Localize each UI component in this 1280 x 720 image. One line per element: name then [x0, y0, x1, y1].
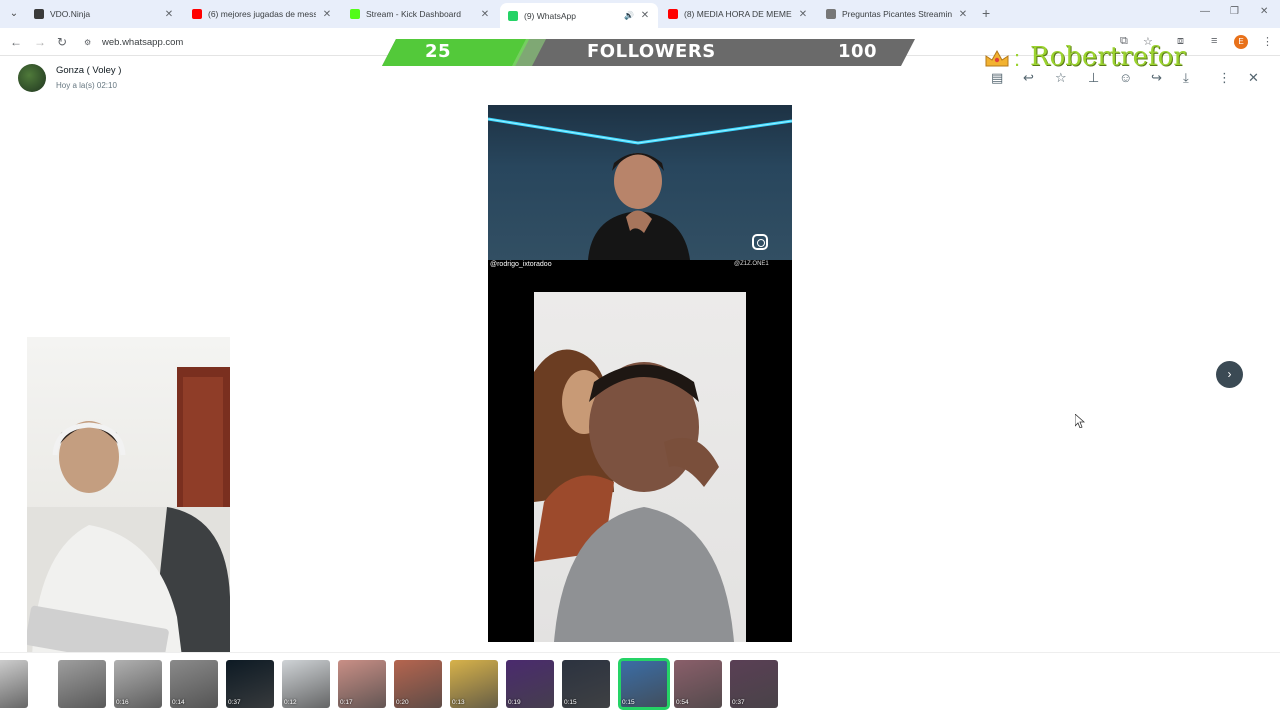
tab-title: Stream - Kick Dashboard — [366, 9, 461, 19]
reload-icon[interactable]: ↻ — [57, 35, 67, 49]
status-thumbnail[interactable]: 0:15 — [618, 658, 670, 710]
status-thumbnail[interactable]: 0:20 — [394, 660, 442, 708]
streamer-name-separator: : — [1014, 46, 1021, 71]
thumbnail-duration: 0:16 — [116, 699, 129, 706]
crown-icon — [985, 49, 1009, 67]
thumbnail-duration: 0:37 — [732, 699, 745, 706]
reply-icon[interactable]: ↩ — [1023, 70, 1034, 86]
thumbnail-duration: 0:15 — [564, 699, 577, 706]
site-info-icon[interactable]: ⚙ — [84, 38, 94, 47]
tab-audio-icon[interactable]: 🔊 — [624, 11, 634, 20]
tab-title: VDO.Ninja — [50, 9, 91, 19]
window-close-icon[interactable]: ✕ — [1260, 6, 1268, 17]
followers-label: FOLLOWERS — [587, 41, 716, 62]
react-emoji-icon[interactable]: ☺ — [1119, 70, 1132, 85]
status-thumbnail[interactable] — [0, 660, 28, 708]
restore-icon[interactable]: ❐ — [1230, 6, 1239, 17]
media-credit-left: @rodrigo_ixtoradoo — [490, 261, 552, 268]
thumbnail-duration: 0:13 — [452, 699, 465, 706]
contact-name[interactable]: Gonza ( Voley ) — [56, 65, 121, 76]
tab-list-chevron-down-icon[interactable]: ⌄ — [6, 6, 22, 22]
back-arrow-left-icon[interactable]: ← — [10, 35, 22, 49]
browser-menu-icon[interactable]: ⋮ — [1262, 35, 1273, 48]
forward-icon[interactable]: ↪ — [1151, 70, 1162, 86]
close-viewer-icon[interactable]: ✕ — [1248, 70, 1259, 86]
tab-favicon-icon — [508, 10, 518, 21]
media-credit-right: @Z1Z.ONE1 — [734, 261, 769, 267]
streamer-name: Robertrefor — [1030, 42, 1186, 72]
thumbnail-duration: 0:14 — [172, 699, 185, 706]
meme-video-frame — [534, 292, 746, 642]
tab-close-icon[interactable]: ✕ — [480, 9, 490, 20]
tab-title: (9) WhatsApp — [524, 10, 576, 21]
download-icon[interactable]: ⤓ — [1183, 70, 1189, 86]
followers-current-count: 25 — [425, 41, 452, 62]
tab-favicon-icon — [350, 9, 360, 19]
tab-title: (8) MEDIA HORA DE MEMES R/ — [684, 9, 792, 19]
thumbnail-duration: 0:54 — [676, 699, 689, 706]
browser-tab[interactable]: (6) mejores jugadas de messi - ✕ — [184, 3, 340, 25]
streamer-webcam — [27, 337, 230, 697]
browser-tab[interactable]: Stream - Kick Dashboard ✕ — [342, 3, 498, 25]
tab-title: Preguntas Picantes Streaming — [842, 9, 952, 19]
tab-close-icon[interactable]: ✕ — [798, 9, 808, 20]
pin-icon[interactable]: ⊥ — [1088, 70, 1099, 86]
new-tab-plus-icon[interactable]: + — [982, 5, 990, 21]
status-thumbnail[interactable]: 0:15 — [562, 660, 610, 708]
status-thumbnail[interactable]: 0:37 — [730, 660, 778, 708]
tab-favicon-icon — [826, 9, 836, 19]
status-thumbnail[interactable]: 0:16 — [114, 660, 162, 708]
minimize-icon[interactable]: — — [1200, 6, 1210, 17]
browser-tab[interactable]: (8) MEDIA HORA DE MEMES R/ ✕ — [660, 3, 816, 25]
next-status-chevron-right-icon[interactable]: › — [1216, 361, 1243, 388]
instagram-icon — [752, 234, 768, 250]
status-thumbnail[interactable]: 0:54 — [674, 660, 722, 708]
webcam-scene — [27, 367, 230, 697]
message-list-icon[interactable]: ▤ — [991, 70, 1003, 86]
tab-favicon-icon — [34, 9, 44, 19]
thumbnail-duration: 0:37 — [228, 699, 241, 706]
status-thumbnail[interactable]: 0:17 — [338, 660, 386, 708]
tab-close-icon[interactable]: ✕ — [958, 9, 968, 20]
thumbnail-duration: 0:15 — [622, 699, 635, 706]
media-reaction-clip — [488, 105, 792, 260]
status-thumbnail[interactable]: 0:19 — [506, 660, 554, 708]
tab-favicon-icon — [192, 9, 202, 19]
tab-favicon-icon — [668, 9, 678, 19]
status-thumbnail[interactable] — [58, 660, 106, 708]
contact-avatar[interactable] — [18, 64, 46, 92]
profile-avatar[interactable]: E — [1234, 35, 1248, 49]
followers-goal-count: 100 — [838, 41, 878, 62]
tab-close-icon[interactable]: ✕ — [164, 9, 174, 20]
tab-title: (6) mejores jugadas de messi - — [208, 9, 316, 19]
star-icon[interactable]: ☆ — [1055, 70, 1067, 86]
browser-tab[interactable]: (9) WhatsApp 🔊 ✕ — [500, 3, 658, 28]
status-thumbnail[interactable]: 0:14 — [170, 660, 218, 708]
browser-tab[interactable]: Preguntas Picantes Streaming ✕ — [818, 3, 976, 25]
status-thumbnail[interactable]: 0:37 — [226, 660, 274, 708]
status-timestamp: Hoy a la(s) 02:10 — [56, 81, 117, 90]
thumbnail-duration: 0:20 — [396, 699, 409, 706]
reaction-person-figure — [588, 153, 690, 260]
status-thumbnail[interactable]: 0:13 — [450, 660, 498, 708]
tab-close-icon[interactable]: ✕ — [640, 10, 650, 21]
browser-tab[interactable]: VDO.Ninja ✕ — [26, 3, 182, 25]
status-thumbnail[interactable]: 0:12 — [282, 660, 330, 708]
media-control-icon[interactable]: ≡ — [1211, 35, 1217, 47]
meme-figures — [534, 349, 734, 642]
thumbnail-duration: 0:12 — [284, 699, 297, 706]
status-media-video[interactable]: @rodrigo_ixtoradoo @Z1Z.ONE1 — [488, 105, 792, 642]
forward-arrow-right-icon[interactable]: → — [34, 35, 46, 49]
tab-close-icon[interactable]: ✕ — [322, 9, 332, 20]
address-bar[interactable]: ⚙ web.whatsapp.com — [84, 37, 183, 48]
thumbnail-duration: 0:19 — [508, 699, 521, 706]
mouse-cursor-icon — [1075, 414, 1085, 428]
address-url: web.whatsapp.com — [102, 37, 184, 48]
more-options-icon[interactable]: ⋮ — [1218, 70, 1231, 86]
thumbnail-duration: 0:17 — [340, 699, 353, 706]
